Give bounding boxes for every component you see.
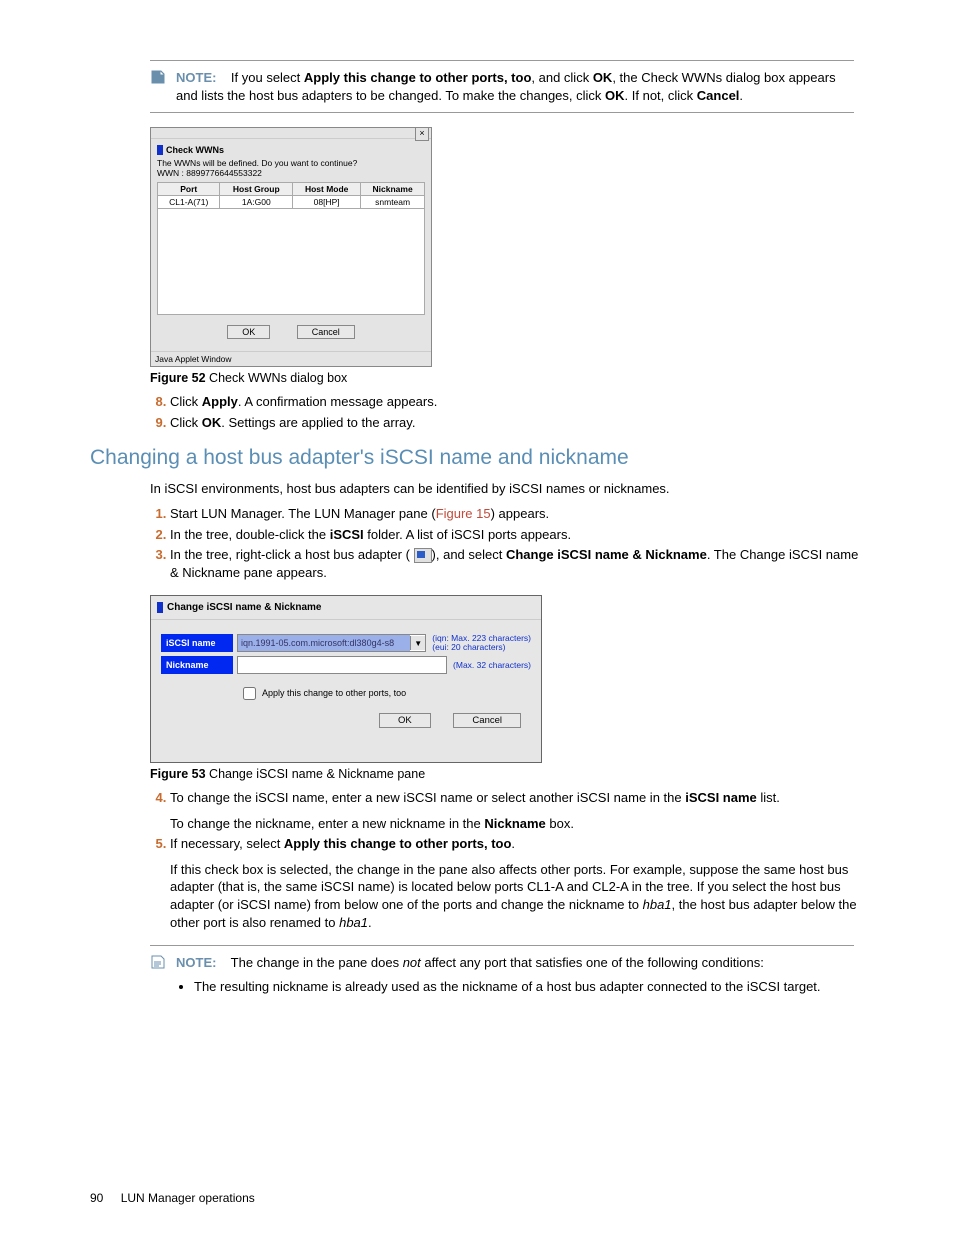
page-number: 90 [90, 1191, 103, 1205]
step-3: In the tree, right-click a host bus adap… [170, 546, 864, 581]
figure-15-link[interactable]: Figure 15 [436, 506, 491, 521]
dialog-message-1: The WWNs will be defined. Do you want to… [157, 158, 425, 168]
iscsi-name-value: iqn.1991-05.com.microsoft:dl380g4-s8 [238, 635, 410, 651]
col-nickname: Nickname [361, 183, 425, 196]
note-label: NOTE: [176, 70, 216, 85]
nickname-input[interactable] [237, 656, 447, 674]
cancel-button[interactable]: Cancel [453, 713, 521, 728]
steps-4-5: To change the iSCSI name, enter a new iS… [150, 789, 864, 931]
figure-52-image: × Check WWNs The WWNs will be defined. D… [150, 127, 864, 367]
note-text: NOTE: The change in the pane does not af… [176, 954, 854, 998]
page-footer: 90 LUN Manager operations [90, 1191, 255, 1205]
section-heading: Changing a host bus adapter's iSCSI name… [90, 446, 864, 470]
iscsi-name-combo[interactable]: iqn.1991-05.com.microsoft:dl380g4-s8 ▼ [237, 634, 426, 652]
note2-bullet-1: The resulting nickname is already used a… [194, 978, 854, 996]
wwn-table: Port Host Group Host Mode Nickname CL1-A… [157, 182, 425, 209]
steps-1-3: Start LUN Manager. The LUN Manager pane … [150, 505, 864, 581]
status-bar: Java Applet Window [151, 351, 431, 366]
dialog-message-2: WWN : 8899776644553322 [157, 168, 425, 178]
chevron-down-icon[interactable]: ▼ [410, 636, 425, 650]
ok-button[interactable]: OK [379, 713, 431, 728]
table-empty-area [157, 209, 425, 315]
note-block-2: NOTE: The change in the pane does not af… [150, 945, 854, 1006]
hba-icon [414, 548, 432, 563]
close-icon[interactable]: × [415, 127, 429, 141]
note-text: NOTE: If you select Apply this change to… [176, 69, 854, 104]
apply-other-ports-label: Apply this change to other ports, too [262, 688, 406, 698]
table-row[interactable]: CL1-A(71) 1A:G00 08[HP] snmteam [158, 196, 425, 209]
check-wwns-dialog: × Check WWNs The WWNs will be defined. D… [150, 127, 432, 367]
nickname-label: Nickname [161, 656, 233, 674]
step-9: Click OK. Settings are applied to the ar… [170, 414, 864, 432]
note-label: NOTE: [176, 955, 216, 970]
col-port: Port [158, 183, 220, 196]
col-hostgroup: Host Group [220, 183, 293, 196]
nickname-hint: (Max. 32 characters) [453, 661, 531, 670]
note-icon [150, 69, 166, 85]
cancel-button[interactable]: Cancel [297, 325, 355, 339]
apply-other-ports-checkbox[interactable] [243, 687, 256, 700]
step-4: To change the iSCSI name, enter a new iS… [170, 789, 864, 832]
note-icon [150, 954, 166, 970]
dialog-title: Check WWNs [157, 145, 425, 155]
note-block-1: NOTE: If you select Apply this change to… [150, 60, 854, 113]
ok-button[interactable]: OK [227, 325, 270, 339]
step-2: In the tree, double-click the iSCSI fold… [170, 526, 864, 544]
figure-52-caption: Figure 52 Check WWNs dialog box [150, 371, 864, 385]
step-1: Start LUN Manager. The LUN Manager pane … [170, 505, 864, 523]
step-5: If necessary, select Apply this change t… [170, 835, 864, 931]
dialog-titlebar: × [151, 128, 431, 139]
figure-53-image: Change iSCSI name & Nickname iSCSI name … [150, 595, 864, 763]
dialog2-title: Change iSCSI name & Nickname [157, 602, 535, 613]
steps-8-9: Click Apply. A confirmation message appe… [150, 393, 864, 431]
figure-53-caption: Figure 53 Change iSCSI name & Nickname p… [150, 767, 864, 781]
footer-title: LUN Manager operations [121, 1191, 255, 1205]
intro-text: In iSCSI environments, host bus adapters… [150, 480, 864, 498]
col-hostmode: Host Mode [293, 183, 361, 196]
iscsi-hint: (iqn: Max. 223 characters) (eui: 20 char… [432, 634, 531, 652]
step-8: Click Apply. A confirmation message appe… [170, 393, 864, 411]
iscsi-name-label: iSCSI name [161, 634, 233, 652]
change-iscsi-dialog: Change iSCSI name & Nickname iSCSI name … [150, 595, 542, 763]
